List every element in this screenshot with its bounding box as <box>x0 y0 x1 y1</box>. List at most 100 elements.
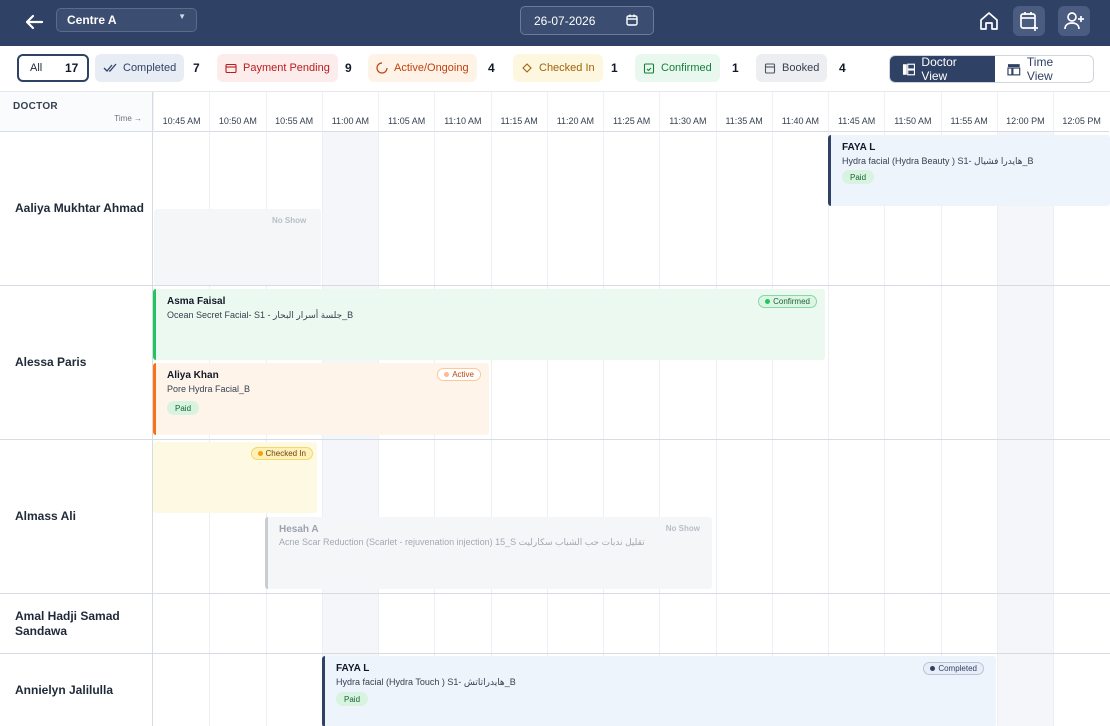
filter-checked-in[interactable]: Checked In 1 <box>513 54 629 82</box>
status-badge: Checked In <box>250 447 313 460</box>
calendar-icon <box>764 63 776 74</box>
doctor-row: Amal Hadji Samad Sandawa <box>0 594 1110 654</box>
time-axis-label: Time → <box>114 114 142 123</box>
noshow-label: No Show <box>665 524 700 533</box>
time-slot-header: 11:40 AM <box>771 92 828 132</box>
time-slot-header: 11:45 AM <box>828 92 885 132</box>
service-name: Pore Hydra Facial_B <box>167 384 251 394</box>
status-dot <box>257 451 263 456</box>
doctor-name[interactable]: Annielyn Jalilulla <box>0 654 153 726</box>
doctor-view-label: Doctor View <box>921 55 957 83</box>
filter-confirmed-label: Confirmed <box>661 62 712 74</box>
service-name: Hydra facial (Hydra Beauty ) S1- هايدرا … <box>842 156 1034 166</box>
service-name: Ocean Secret Facial- S1 - جلسة أسرار الب… <box>167 310 354 320</box>
filter-payment-pending-count: 9 <box>345 61 352 75</box>
filter-booked-pill: Booked <box>756 54 828 82</box>
time-slot-header: 11:00 AM <box>321 92 378 132</box>
doctor-name[interactable]: Amal Hadji Samad Sandawa <box>0 594 153 653</box>
filter-active[interactable]: Active/Ongoing 4 <box>368 54 505 82</box>
filter-checked-in-pill: Checked In <box>513 54 603 82</box>
spinner-icon <box>376 62 388 74</box>
add-appointment-icon[interactable] <box>1013 6 1045 36</box>
add-user-icon[interactable] <box>1058 6 1090 36</box>
double-check-icon <box>103 63 117 72</box>
back-arrow-icon[interactable] <box>20 8 48 36</box>
filter-payment-pending[interactable]: Payment Pending 9 <box>217 54 362 82</box>
centre-select[interactable]: Centre A ▼ <box>56 8 197 32</box>
date-value: 26-07-2026 <box>534 13 596 28</box>
patient-name: Hesah A <box>279 524 319 535</box>
appointment-card[interactable]: Asma Faisal Ocean Secret Facial- S1 - جل… <box>153 289 825 360</box>
doctor-header-label: DOCTOR <box>13 101 58 112</box>
filter-all-count: 17 <box>65 61 79 75</box>
patient-name: FAYA L <box>842 142 876 153</box>
card-icon <box>225 63 237 73</box>
schedule-grid: DOCTOR Time → 10:45 AM 10:50 AM 10:55 AM 11… <box>0 91 1110 726</box>
date-input[interactable]: 26-07-2026 <box>520 6 654 35</box>
time-slot-header: 10:55 AM <box>265 92 322 132</box>
filter-active-pill: Active/Ongoing <box>368 54 477 82</box>
paid-badge: Paid <box>336 692 369 706</box>
chevron-down-icon: ▼ <box>178 12 186 21</box>
appointment-card[interactable]: FAYA L Hydra facial (Hydra Beauty ) S1- … <box>828 135 1110 206</box>
status-dot <box>765 299 771 304</box>
filter-active-label: Active/Ongoing <box>394 62 469 74</box>
filter-booked-count: 4 <box>839 61 846 75</box>
filter-confirmed-count: 1 <box>732 61 739 75</box>
status-label: Checked In <box>265 449 306 458</box>
noshow-slot[interactable]: No Show <box>154 209 321 285</box>
checkin-icon <box>522 63 532 73</box>
filter-completed[interactable]: Completed 7 <box>95 54 212 82</box>
calendar-check-icon <box>643 63 655 74</box>
doctor-view-button[interactable]: Doctor View <box>890 55 996 83</box>
filter-checked-in-label: Checked In <box>539 62 595 74</box>
appointment-card[interactable]: Checked In <box>153 442 317 513</box>
time-view-label: Time View <box>1026 55 1054 83</box>
time-slot-header: 12:05 PM <box>1053 92 1110 132</box>
filter-confirmed-pill: Confirmed <box>635 54 720 82</box>
status-badge: Confirmed <box>758 295 817 308</box>
status-label: Confirmed <box>773 297 810 306</box>
filter-confirmed[interactable]: Confirmed 1 <box>635 54 749 82</box>
top-header: Centre A ▼ 26-07-2026 <box>0 0 1110 46</box>
doctor-name[interactable]: Almass Ali <box>0 440 153 593</box>
patient-name: FAYA L <box>336 663 370 674</box>
service-name: Hydra facial (Hydra Touch ) S1- هايدراتا… <box>336 677 516 687</box>
doctor-column-header: DOCTOR Time → <box>0 92 153 132</box>
filter-booked[interactable]: Booked 4 <box>756 54 856 82</box>
doctor-name[interactable]: Alessa Paris <box>0 286 153 439</box>
status-label: Completed <box>938 664 977 673</box>
status-dot <box>930 666 936 671</box>
time-slot-header: 11:10 AM <box>434 92 491 132</box>
status-dot <box>444 372 450 377</box>
status-badge: Completed <box>923 662 984 675</box>
time-slot-header: 11:50 AM <box>884 92 941 132</box>
patient-name: Asma Faisal <box>167 296 226 307</box>
time-view-icon <box>1007 63 1021 75</box>
home-icon[interactable] <box>973 6 1005 36</box>
doctor-name[interactable]: Aaliya Mukhtar Ahmad <box>0 132 153 285</box>
centre-select-value: Centre A <box>67 13 117 27</box>
time-slot-header: 10:50 AM <box>209 92 266 132</box>
filter-checked-in-count: 1 <box>611 61 618 75</box>
filter-all[interactable]: All 17 <box>17 54 89 82</box>
filter-completed-label: Completed <box>123 62 177 74</box>
time-slot-header: 11:20 AM <box>546 92 603 132</box>
time-slot-header: 10:45 AM <box>153 92 210 132</box>
status-badge: Active <box>437 368 481 381</box>
time-view-button[interactable]: Time View <box>995 56 1093 82</box>
view-toggle: Doctor View Time View <box>889 55 1094 83</box>
paid-badge: Paid <box>167 401 200 415</box>
filter-booked-label: Booked <box>782 62 820 74</box>
doctor-view-icon <box>902 63 916 75</box>
filter-active-count: 4 <box>488 61 495 75</box>
time-slot-header: 11:30 AM <box>659 92 716 132</box>
noshow-label: No Show <box>272 216 307 225</box>
patient-name: Aliya Khan <box>167 370 219 381</box>
paid-badge: Paid <box>842 170 875 184</box>
appointment-card[interactable]: Hesah A Acne Scar Reduction (Scarlet - r… <box>265 517 712 589</box>
appointment-card[interactable]: Aliya Khan Pore Hydra Facial_B Active Pa… <box>153 363 489 435</box>
time-slot-header: 12:00 PM <box>996 92 1053 132</box>
time-slot-header: 11:55 AM <box>940 92 997 132</box>
appointment-card[interactable]: FAYA L Hydra facial (Hydra Touch ) S1- ه… <box>322 656 996 726</box>
